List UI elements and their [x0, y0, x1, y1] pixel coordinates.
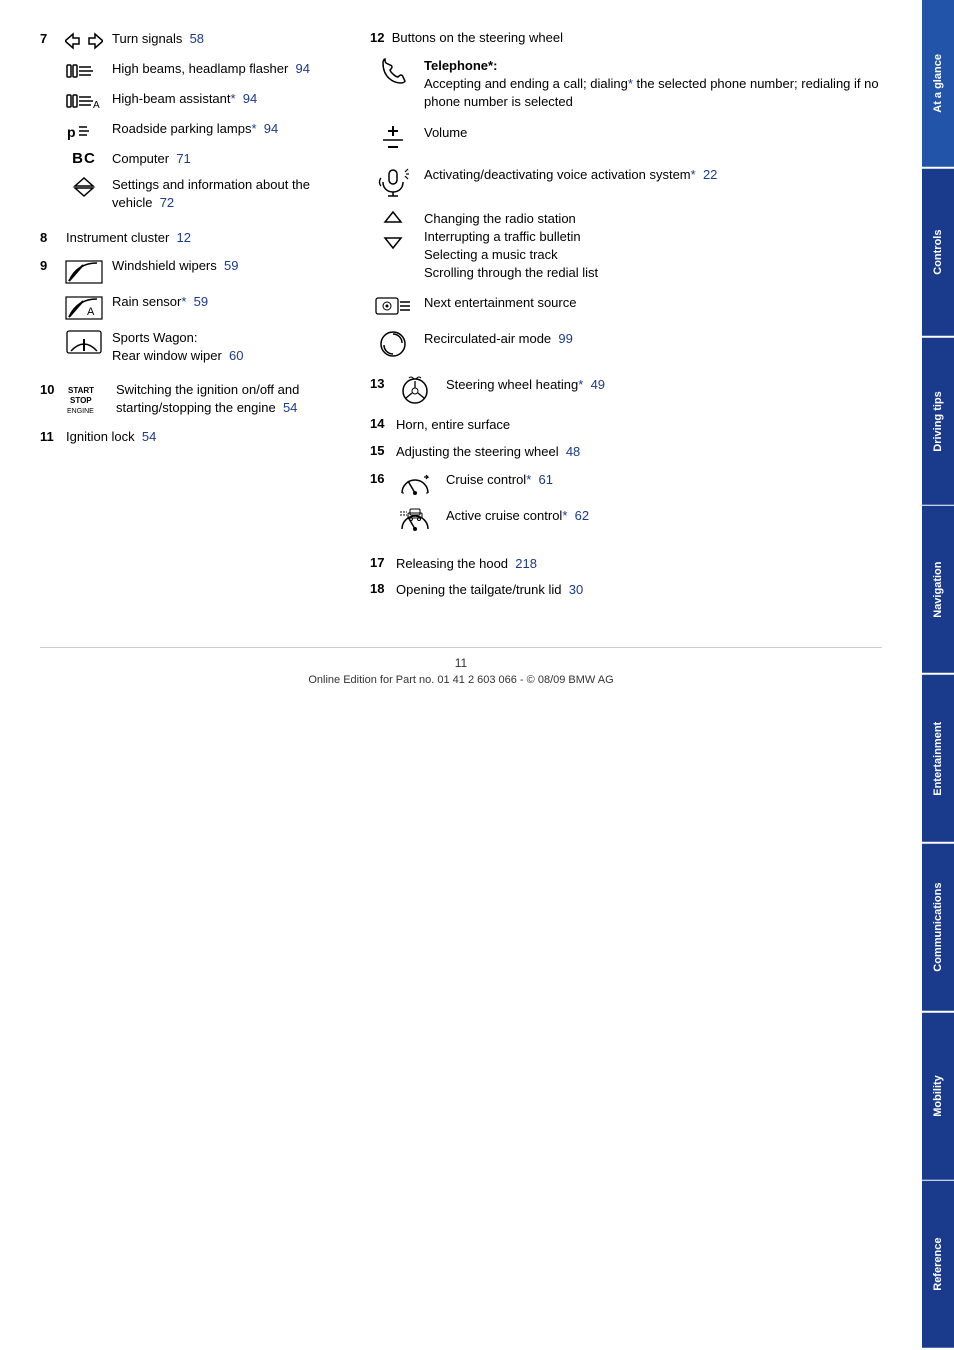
radio-track-icon [370, 210, 416, 250]
svg-text:A: A [87, 306, 95, 318]
section-12-header: 12 Buttons on the steering wheel [370, 30, 882, 45]
list-item: 10 START STOP ENGINE Switching the ignit… [40, 381, 350, 417]
list-item: Sports Wagon:Rear window wiper 60 [62, 329, 350, 365]
svg-text:p: p [67, 124, 76, 140]
svg-text:ENGINE: ENGINE [67, 408, 94, 415]
footer: 11 Online Edition for Part no. 01 41 2 6… [40, 647, 882, 686]
rain-sensor-icon: A [62, 293, 106, 321]
tab-at-a-glance[interactable]: At a glance [922, 0, 954, 167]
list-item: Turn signals 58 [62, 30, 350, 52]
tab-navigation[interactable]: Navigation [922, 506, 954, 673]
list-item: Changing the radio station Interrupting … [370, 210, 882, 283]
item-8-num: 8 [40, 230, 62, 245]
list-item: A Rain sensor* 59 [62, 293, 350, 321]
tab-reference[interactable]: Reference [922, 1181, 954, 1348]
tab-driving-tips[interactable]: Driving tips [922, 338, 954, 505]
tab-controls[interactable]: Controls [922, 169, 954, 336]
tab-entertainment[interactable]: Entertainment [922, 675, 954, 842]
high-beams-icon [62, 60, 106, 82]
next-source-icon [370, 294, 416, 318]
volume-icon [370, 124, 416, 154]
tab-mobility[interactable]: Mobility [922, 1013, 954, 1180]
list-item: 17 Releasing the hood 218 [370, 555, 882, 573]
active-cruise-control-icon [392, 507, 438, 537]
list-item: 18 Opening the tailgate/trunk lid 30 [370, 581, 882, 599]
list-item: 8 Instrument cluster 12 [40, 229, 350, 247]
main-content: 7 [0, 0, 922, 1350]
list-item: Telephone*: Accepting and ending a call;… [370, 57, 882, 112]
item-7-num: 7 [40, 31, 62, 46]
svg-text:START: START [68, 386, 94, 395]
parking-lamps-icon: p [62, 120, 106, 142]
list-item: p Roadside parking lamps* 94 [62, 120, 350, 142]
turn-signal-icon [62, 30, 106, 52]
high-beam-assistant-icon: A [62, 90, 106, 112]
item-10-num: 10 [40, 382, 62, 397]
list-item: A High-beam assistant* 94 [62, 90, 350, 112]
list-item: Activating/deactivating voice activation… [370, 166, 882, 198]
telephone-icon [370, 57, 416, 85]
list-item: BC Computer 71 [62, 150, 350, 168]
recirculated-air-icon [370, 330, 416, 358]
right-column: 12 Buttons on the steering wheel Telepho… [370, 30, 882, 607]
list-item: Recirculated-air mode 99 [370, 330, 882, 358]
list-item: 13 Steeri [370, 376, 882, 406]
list-item: Active cruise control* 62 [392, 507, 882, 537]
start-stop-engine-icon: START STOP ENGINE [66, 381, 110, 417]
voice-activation-icon [370, 166, 416, 198]
cruise-control-icon [392, 471, 438, 499]
tab-communications[interactable]: Communications [922, 844, 954, 1011]
computer-bc-icon: BC [62, 150, 106, 167]
list-item: Volume [370, 124, 882, 154]
settings-triangles-icon [62, 176, 106, 198]
item-9-num: 9 [40, 258, 62, 273]
list-item: Settings and information about the vehic… [62, 176, 350, 212]
list-item: Next entertainment source [370, 294, 882, 318]
sidebar: At a glance Controls Driving tips Naviga… [922, 0, 954, 1350]
svg-text:STOP: STOP [70, 396, 92, 405]
list-item: High beams, headlamp flasher 94 [62, 60, 350, 82]
list-item: 14 Horn, entire surface [370, 416, 882, 434]
list-item: Cruise control* 61 [392, 471, 882, 499]
list-item: Windshield wipers 59 [62, 257, 350, 285]
list-item: 11 Ignition lock 54 [40, 428, 350, 446]
item-11-num: 11 [40, 429, 62, 444]
windshield-wiper-icon [62, 257, 106, 285]
steering-wheel-heating-icon [392, 376, 438, 406]
list-item: 15 Adjusting the steering wheel 48 [370, 443, 882, 461]
rear-window-wiper-icon [62, 329, 106, 361]
page-number: 11 [40, 656, 882, 670]
svg-text:A: A [93, 100, 100, 111]
footer-text: Online Edition for Part no. 01 41 2 603 … [40, 674, 882, 686]
left-column: 7 [40, 30, 350, 607]
